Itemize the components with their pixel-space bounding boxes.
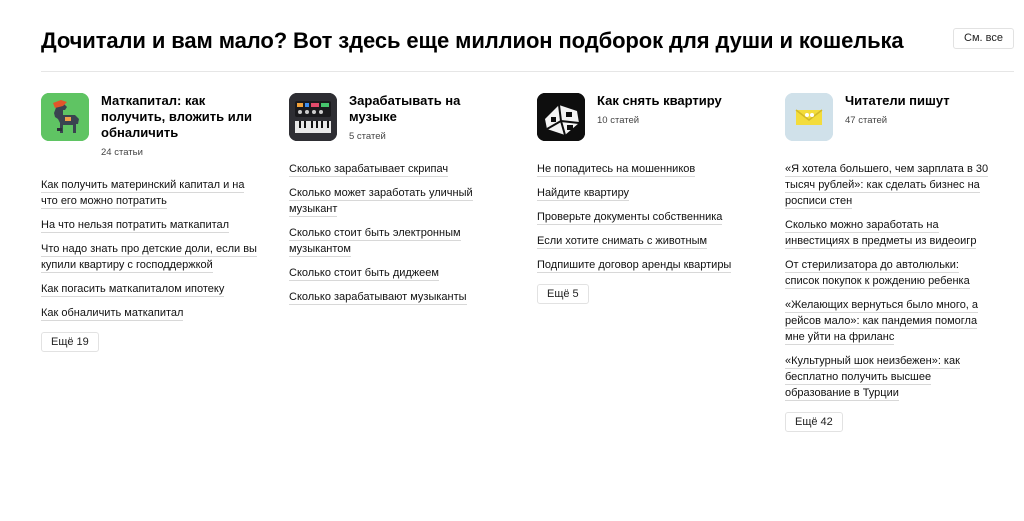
- collection-card-readers: Читатели пишут 47 статей «Я хотела больш…: [785, 93, 1005, 432]
- horse-icon[interactable]: [41, 93, 89, 141]
- article-link[interactable]: Подпишите договор аренды квартиры: [537, 257, 752, 273]
- section-header: Дочитали и вам мало? Вот здесь еще милли…: [41, 28, 1014, 56]
- article-link[interactable]: На что нельзя потратить маткапитал: [41, 217, 263, 233]
- article-list: Не попадитесь на мошенников Найдите квар…: [537, 161, 752, 304]
- house-icon[interactable]: [537, 93, 585, 141]
- article-link[interactable]: Что надо знать про детские доли, если вы…: [41, 241, 263, 273]
- more-button[interactable]: Ещё 5: [537, 284, 589, 304]
- collection-title[interactable]: Маткапитал: как получить, вложить или об…: [101, 93, 261, 141]
- divider: [41, 71, 1014, 72]
- page-title: Дочитали и вам мало? Вот здесь еще милли…: [41, 28, 904, 53]
- envelope-icon[interactable]: [785, 93, 833, 141]
- article-list: Как получить материнский капитал и на чт…: [41, 177, 263, 352]
- article-link[interactable]: Если хотите снимать с животным: [537, 233, 752, 249]
- collection-card-rent: Как снять квартиру 10 статей Не попадите…: [537, 93, 757, 304]
- more-button[interactable]: Ещё 19: [41, 332, 99, 352]
- article-link[interactable]: «Желающих вернуться было много, а рейсов…: [785, 297, 995, 345]
- article-link[interactable]: Найдите квартиру: [537, 185, 752, 201]
- collection-card-matkapital: Маткапитал: как получить, вложить или об…: [41, 93, 261, 352]
- article-link[interactable]: Сколько стоит быть диджеем: [289, 265, 494, 281]
- collection-card-music: Зарабатывать на музыке 5 статей Сколько …: [289, 93, 509, 305]
- article-list: «Я хотела большего, чем зарплата в 30 ты…: [785, 161, 995, 432]
- article-link[interactable]: Как обналичить маткапитал: [41, 305, 263, 321]
- article-count: 10 статей: [597, 115, 640, 126]
- article-list: Сколько зарабатывает скрипач Сколько мож…: [289, 161, 494, 313]
- article-link[interactable]: Сколько зарабатывают музыканты: [289, 289, 494, 305]
- article-link[interactable]: Как получить материнский капитал и на чт…: [41, 177, 263, 209]
- collection-title[interactable]: Зарабатывать на музыке: [349, 93, 509, 125]
- collection-title[interactable]: Как снять квартиру: [597, 93, 757, 109]
- article-count: 24 статьи: [101, 147, 143, 158]
- article-link[interactable]: Сколько можно заработать на инвестициях …: [785, 217, 995, 249]
- article-link[interactable]: Сколько может заработать уличный музыкан…: [289, 185, 494, 217]
- synthesizer-icon[interactable]: [289, 93, 337, 141]
- article-link[interactable]: От стерилизатора до автолюльки: список п…: [785, 257, 995, 289]
- article-link[interactable]: Проверьте документы собственника: [537, 209, 752, 225]
- see-all-button[interactable]: См. все: [953, 28, 1014, 49]
- article-link[interactable]: Сколько зарабатывает скрипач: [289, 161, 494, 177]
- collection-title[interactable]: Читатели пишут: [845, 93, 1005, 109]
- article-count: 47 статей: [845, 115, 888, 126]
- article-link[interactable]: «Я хотела большего, чем зарплата в 30 ты…: [785, 161, 995, 209]
- more-button[interactable]: Ещё 42: [785, 412, 843, 432]
- article-link[interactable]: Не попадитесь на мошенников: [537, 161, 752, 177]
- article-link[interactable]: Как погасить маткапиталом ипотеку: [41, 281, 263, 297]
- article-count: 5 статей: [349, 131, 386, 142]
- article-link[interactable]: «Культурный шок неизбежен»: как бесплатн…: [785, 353, 995, 401]
- article-link[interactable]: Сколько стоит быть электронным музыканто…: [289, 225, 494, 257]
